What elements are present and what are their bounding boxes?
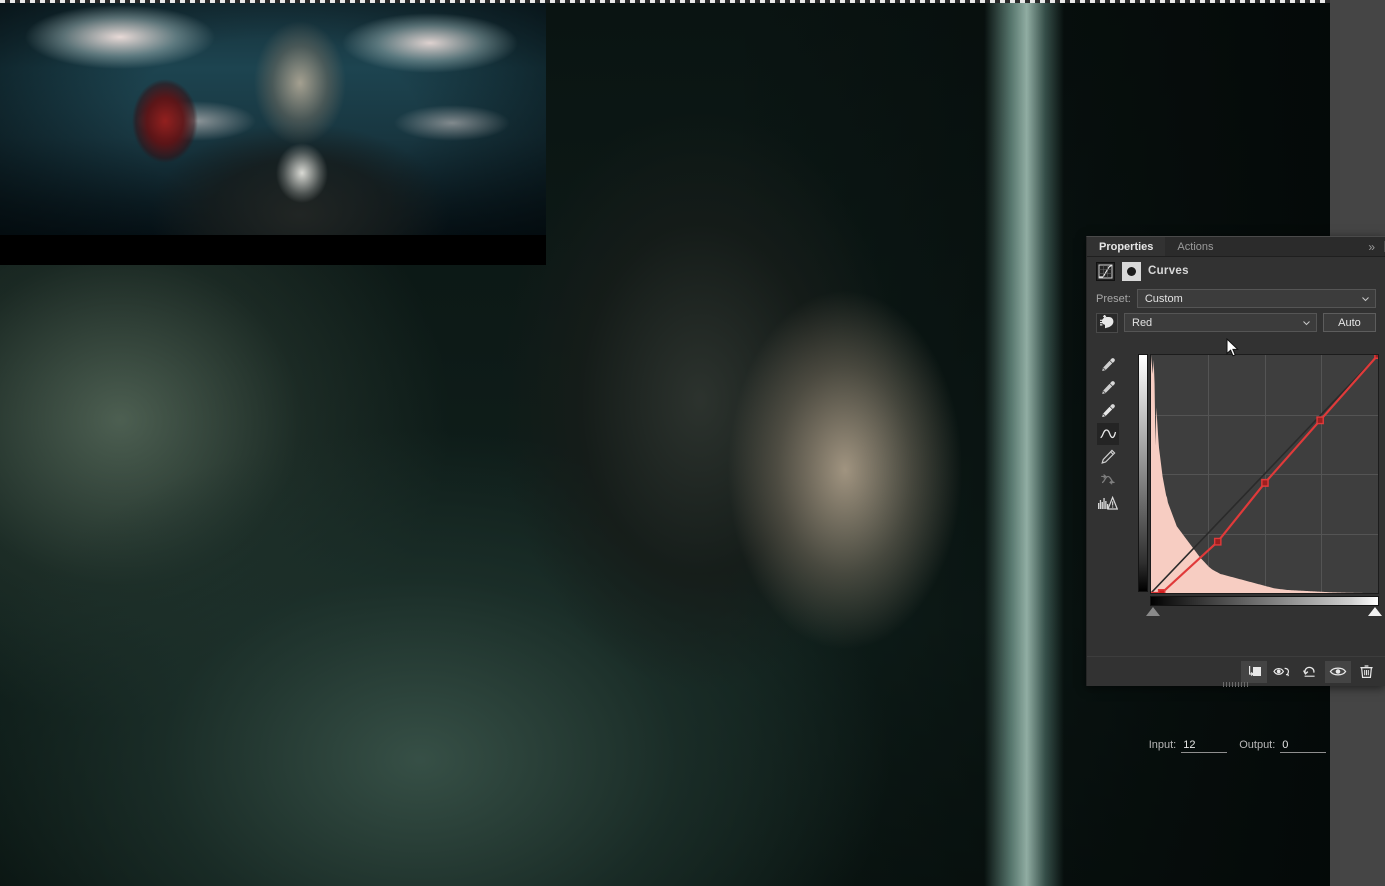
curve-point-tool-icon[interactable]: [1097, 423, 1119, 445]
panel-title: Curves: [1148, 265, 1189, 277]
properties-panel: Properties Actions » Curves Preset: Cust…: [1086, 236, 1385, 753]
preset-value: Custom: [1144, 292, 1183, 305]
channel-select[interactable]: Red: [1124, 313, 1317, 332]
histogram-clipping-warning-icon[interactable]: [1097, 492, 1119, 514]
channel-row: Red Auto: [1087, 312, 1385, 333]
tab-actions[interactable]: Actions: [1165, 237, 1226, 256]
curves-graph[interactable]: [1150, 354, 1379, 594]
preset-label: Preset:: [1096, 292, 1131, 305]
targeted-adjustment-icon[interactable]: [1096, 312, 1118, 333]
reference-frame-letterbox: [0, 235, 546, 265]
curves-adjustment-icon: [1096, 261, 1115, 281]
black-point-eyedropper-icon[interactable]: [1097, 354, 1119, 376]
red-tone-curve[interactable]: [1151, 355, 1378, 593]
input-group: Input: 12: [1149, 739, 1228, 753]
output-field[interactable]: 0: [1280, 739, 1327, 753]
toggle-previous-state-button[interactable]: [1269, 661, 1295, 683]
gray-point-eyedropper-icon[interactable]: [1097, 377, 1119, 399]
input-label: Input:: [1148, 739, 1177, 751]
preset-row: Preset: Custom: [1087, 288, 1385, 309]
input-field[interactable]: 12: [1181, 739, 1228, 753]
tab-actions-label: Actions: [1177, 240, 1214, 253]
panel-title-row: Curves: [1087, 257, 1385, 285]
channel-value: Red: [1132, 316, 1153, 329]
output-gradient-bar: [1138, 354, 1148, 592]
reference-frame-image: [0, 3, 546, 235]
pencil-tool-icon[interactable]: [1097, 446, 1119, 468]
panel-tabbar: Properties Actions »: [1087, 237, 1385, 257]
chevron-down-icon: [1303, 320, 1310, 325]
tab-properties[interactable]: Properties: [1087, 237, 1166, 256]
curves-graph-area: [1138, 354, 1382, 616]
mouse-cursor: [1226, 338, 1239, 357]
white-point-slider[interactable]: [1368, 607, 1382, 616]
auto-button-label: Auto: [1338, 316, 1361, 329]
preset-select[interactable]: Custom: [1136, 289, 1376, 308]
layer-mask-thumbnail[interactable]: [1122, 261, 1141, 281]
output-group: Output: 0: [1239, 739, 1327, 753]
smooth-curve-icon[interactable]: [1097, 469, 1119, 491]
white-point-eyedropper-icon[interactable]: [1097, 400, 1119, 422]
panel-collapse-button[interactable]: »: [1362, 237, 1384, 256]
chevron-double-right-icon: »: [1368, 239, 1375, 254]
black-point-slider[interactable]: [1146, 607, 1160, 616]
panel-resize-grip[interactable]: [1223, 682, 1249, 687]
tab-properties-label: Properties: [1099, 240, 1154, 253]
curves-editor: Input: 12 Output: 0: [1096, 354, 1382, 753]
toggle-layer-visibility-button[interactable]: [1325, 660, 1351, 683]
output-label: Output:: [1239, 739, 1276, 751]
photoshop-window: Properties Actions » Curves Preset: Cust…: [0, 0, 1385, 886]
input-output-row: Input: 12 Output: 0: [1096, 739, 1379, 753]
delete-layer-button[interactable]: [1353, 661, 1379, 683]
curves-tool-column: [1096, 354, 1120, 539]
input-gradient-bar: [1150, 596, 1379, 606]
reference-frame-window[interactable]: [0, 3, 546, 265]
panel-footer: [1087, 656, 1385, 687]
chevron-down-icon: [1362, 296, 1369, 301]
reset-adjustment-button[interactable]: [1297, 661, 1323, 683]
clip-to-layer-button[interactable]: [1241, 660, 1267, 683]
auto-button[interactable]: Auto: [1323, 313, 1376, 332]
